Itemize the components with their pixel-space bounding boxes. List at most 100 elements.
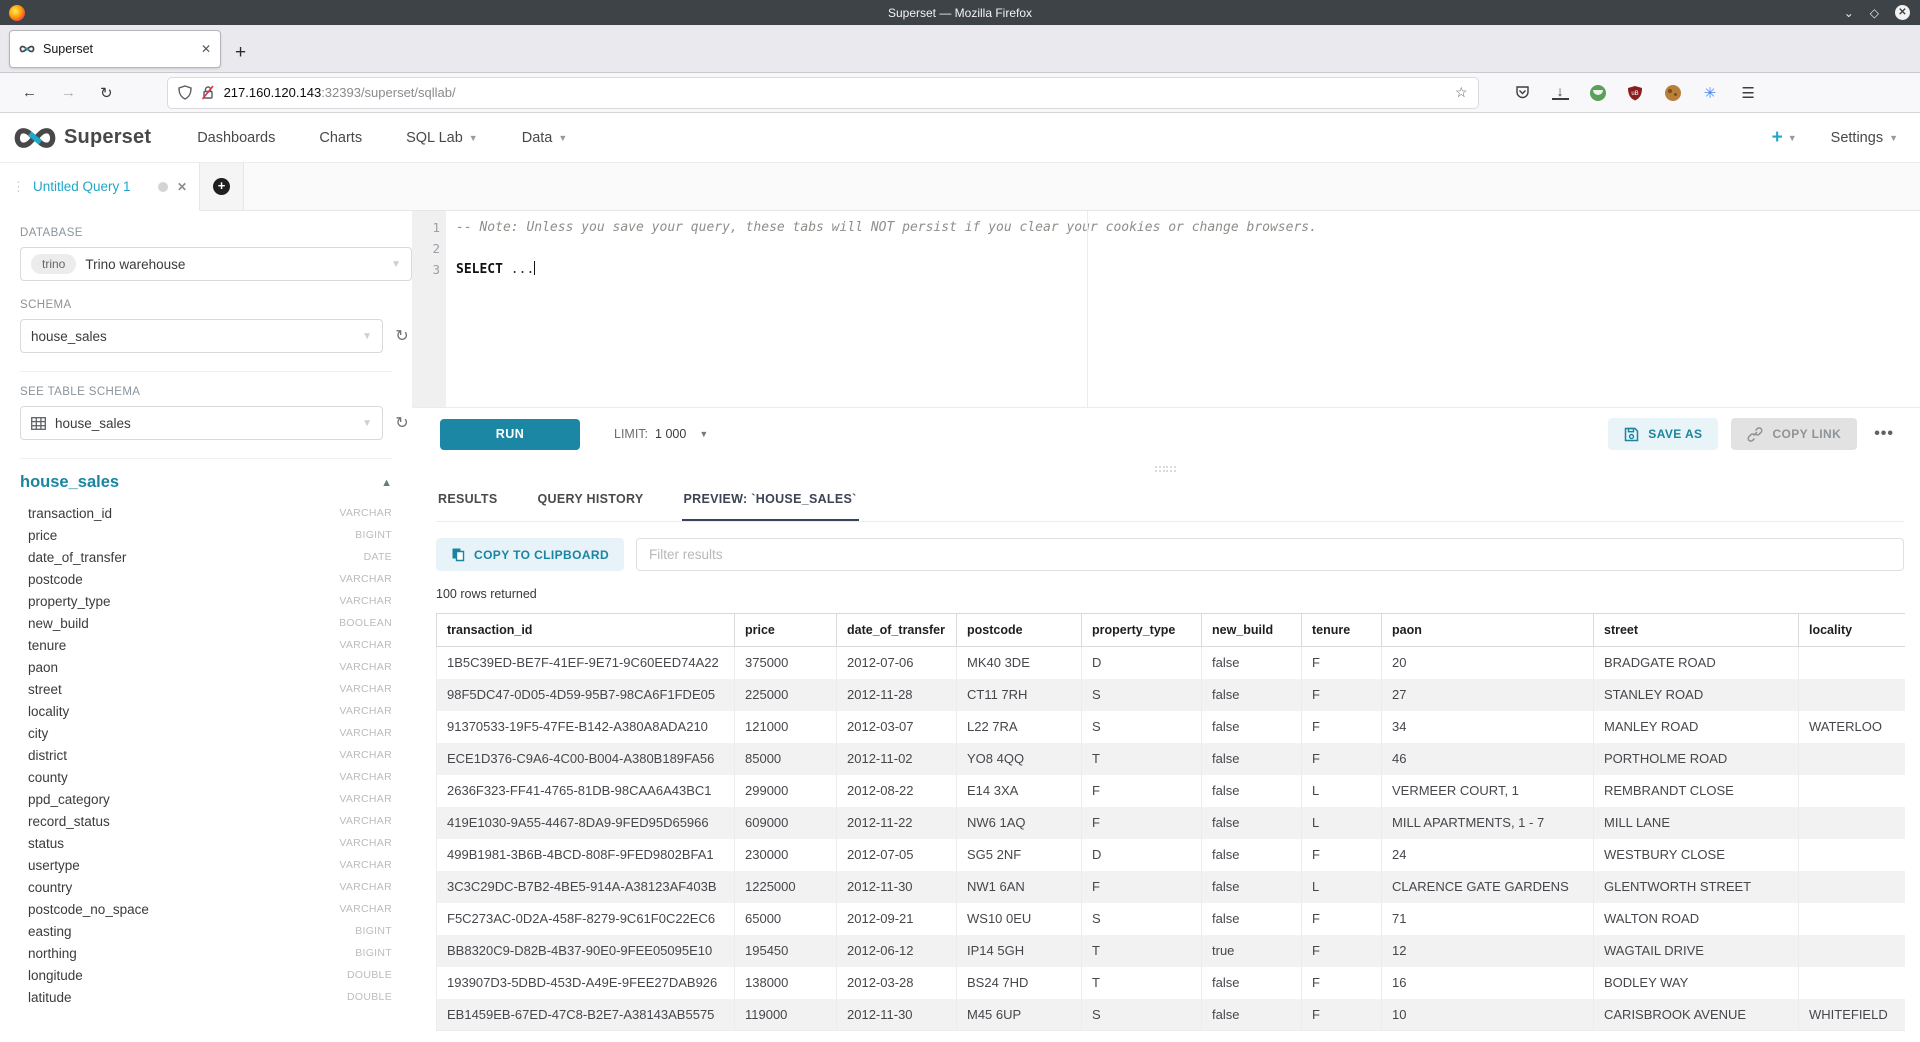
nav-item-dashboards[interactable]: Dashboards [197, 130, 275, 146]
table-row[interactable]: 3C3C29DC-B7B2-4BE5-914A-A38123AF403B 122… [437, 871, 1906, 903]
column-row[interactable]: property_type VARCHAR [20, 590, 412, 612]
copy-to-clipboard-button[interactable]: COPY TO CLIPBOARD [436, 538, 624, 571]
column-row[interactable]: street VARCHAR [20, 678, 412, 700]
table-row[interactable]: EB1459EB-67ED-47C8-B2E7-A38143AB5575 119… [437, 999, 1906, 1031]
nav-item-data[interactable]: Data▼ [522, 130, 568, 146]
filter-results-input[interactable] [636, 538, 1904, 571]
tab-query-history[interactable]: QUERY HISTORY [536, 478, 646, 521]
downloads-icon[interactable]: ↓ [1552, 85, 1569, 100]
column-row[interactable]: district VARCHAR [20, 744, 412, 766]
column-row[interactable]: tenure VARCHAR [20, 634, 412, 656]
table-row[interactable]: ECE1D376-C9A6-4C00-B004-A380B189FA56 850… [437, 743, 1906, 775]
table-row[interactable]: 98F5DC47-0D05-4D59-95B7-98CA6F1FDE05 225… [437, 679, 1906, 711]
run-button[interactable]: RUN [440, 419, 580, 450]
sql-editor[interactable]: 1 2 3 -- Note: Unless you save your quer… [412, 211, 1920, 408]
header-cell[interactable]: property_type [1082, 614, 1202, 647]
more-options-button[interactable]: ••• [1874, 425, 1894, 443]
database-label: DATABASE [20, 227, 412, 239]
column-row[interactable]: date_of_transfer DATE [20, 546, 412, 568]
window-close-button[interactable]: ✕ [1895, 5, 1910, 20]
header-cell[interactable]: paon [1382, 614, 1594, 647]
column-row[interactable]: postcode_no_space VARCHAR [20, 898, 412, 920]
header-cell[interactable]: locality [1799, 614, 1906, 647]
column-row[interactable]: price BIGINT [20, 524, 412, 546]
table-row[interactable]: 1B5C39ED-BE7F-41EF-9E71-9C60EED74A22 375… [437, 647, 1906, 679]
refresh-tables-icon[interactable]: ↻ [392, 413, 412, 433]
back-button[interactable]: ← [22, 84, 37, 101]
table-row[interactable]: 2636F323-FF41-4765-81DB-98CAA6A43BC1 299… [437, 775, 1906, 807]
table-row[interactable]: 419E1030-9A55-4467-8DA9-9FED95D65966 609… [437, 807, 1906, 839]
refresh-schemas-icon[interactable]: ↻ [392, 326, 412, 346]
browser-tab-superset[interactable]: Superset ✕ [9, 30, 221, 68]
header-cell[interactable]: transaction_id [437, 614, 735, 647]
superset-brand[interactable]: Superset [14, 126, 151, 149]
editor-code[interactable]: -- Note: Unless you save your query, the… [446, 211, 1920, 407]
pocket-icon[interactable] [1514, 84, 1531, 101]
drag-handle-icon[interactable]: ⋮ [12, 179, 24, 195]
pane-resizer[interactable] [412, 460, 1920, 478]
ublock-icon[interactable]: uB [1627, 84, 1644, 101]
header-cell[interactable]: new_build [1202, 614, 1302, 647]
column-row[interactable]: easting BIGINT [20, 920, 412, 942]
asterisk-extension-icon[interactable]: ✳ [1702, 84, 1719, 101]
tab-results[interactable]: RESULTS [436, 478, 500, 521]
column-row[interactable]: transaction_id VARCHAR [20, 502, 412, 524]
chevron-up-icon[interactable]: ▲ [381, 477, 392, 489]
table-row[interactable]: F5C273AC-0D2A-458F-8279-9C61F0C22EC6 650… [437, 903, 1906, 935]
column-row[interactable]: county VARCHAR [20, 766, 412, 788]
header-cell[interactable]: postcode [957, 614, 1082, 647]
insecure-lock-icon[interactable] [201, 85, 215, 100]
bookmark-star-icon[interactable]: ☆ [1455, 84, 1468, 101]
column-row[interactable]: city VARCHAR [20, 722, 412, 744]
tab-close-icon[interactable]: ✕ [201, 42, 211, 56]
nav-item-charts[interactable]: Charts [319, 130, 362, 146]
table-row[interactable]: 193907D3-5DBD-453D-A49E-9FEE27DAB926 138… [437, 967, 1906, 999]
header-cell[interactable]: price [735, 614, 837, 647]
new-tab-button[interactable]: + [235, 43, 246, 62]
column-row[interactable]: status VARCHAR [20, 832, 412, 854]
cell-locality [1799, 775, 1906, 807]
column-row[interactable]: northing BIGINT [20, 942, 412, 964]
reload-button[interactable]: ↻ [100, 84, 113, 102]
add-query-tab[interactable]: + [200, 163, 244, 210]
tab-preview-house-sales[interactable]: PREVIEW: `HOUSE_SALES` [682, 478, 859, 521]
tracking-shield-icon[interactable] [178, 85, 192, 100]
url-bar[interactable]: 217.160.120.143:32393/superset/sqllab/ ☆ [168, 78, 1478, 108]
header-cell[interactable]: street [1594, 614, 1799, 647]
schema-select[interactable]: house_sales ▼ [20, 319, 383, 353]
column-row[interactable]: paon VARCHAR [20, 656, 412, 678]
query-tab-active[interactable]: ⋮ Untitled Query 1 ✕ [0, 163, 200, 211]
window-minimize-button[interactable]: ⌄ [1844, 7, 1854, 19]
column-row[interactable]: country VARCHAR [20, 876, 412, 898]
column-row[interactable]: usertype VARCHAR [20, 854, 412, 876]
column-row[interactable]: latitude DOUBLE [20, 986, 412, 1008]
column-type: VARCHAR [339, 837, 392, 849]
column-row[interactable]: postcode VARCHAR [20, 568, 412, 590]
save-as-button[interactable]: SAVE AS [1608, 418, 1718, 450]
column-row[interactable]: ppd_category VARCHAR [20, 788, 412, 810]
privacy-extension-icon[interactable] [1590, 85, 1606, 101]
table-select[interactable]: house_sales ▼ [20, 406, 383, 440]
column-row[interactable]: longitude DOUBLE [20, 964, 412, 986]
column-row[interactable]: locality VARCHAR [20, 700, 412, 722]
header-cell[interactable]: tenure [1302, 614, 1382, 647]
new-item-button[interactable]: +▼ [1772, 127, 1797, 149]
hamburger-menu-icon[interactable]: ☰ [1740, 84, 1757, 101]
nav-item-sql-lab[interactable]: SQL Lab▼ [406, 130, 478, 146]
forward-button[interactable]: → [61, 84, 76, 101]
header-cell[interactable]: date_of_transfer [837, 614, 957, 647]
query-tab-close-icon[interactable]: ✕ [177, 180, 187, 194]
database-select[interactable]: trino Trino warehouse ▼ [20, 247, 412, 281]
table-schema-heading[interactable]: house_sales [20, 473, 381, 492]
copy-link-button[interactable]: COPY LINK [1731, 418, 1857, 450]
table-row[interactable]: 91370533-19F5-47FE-B142-A380A8ADA210 121… [437, 711, 1906, 743]
limit-dropdown[interactable]: LIMIT: 1 000 ▼ [614, 427, 708, 441]
settings-menu[interactable]: Settings▼ [1831, 130, 1898, 146]
cookie-extension-icon[interactable] [1665, 85, 1681, 101]
column-type: VARCHAR [339, 881, 392, 893]
table-row[interactable]: BB8320C9-D82B-4B37-90E0-9FEE05095E10 195… [437, 935, 1906, 967]
window-maximize-button[interactable]: ◇ [1870, 7, 1879, 19]
table-row[interactable]: 499B1981-3B6B-4BCD-808F-9FED9802BFA1 230… [437, 839, 1906, 871]
column-row[interactable]: record_status VARCHAR [20, 810, 412, 832]
column-row[interactable]: new_build BOOLEAN [20, 612, 412, 634]
